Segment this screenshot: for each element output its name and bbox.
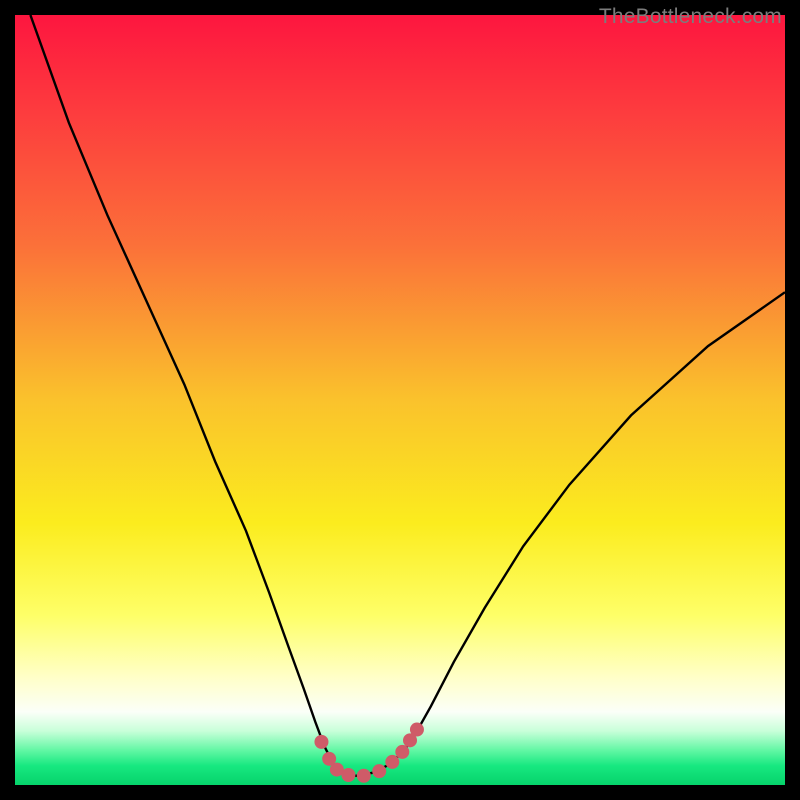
basin-marker	[357, 769, 371, 783]
watermark-text: TheBottleneck.com	[599, 5, 782, 29]
basin-marker	[410, 723, 424, 737]
basin-marker	[341, 768, 355, 782]
chart-stage: TheBottleneck.com	[0, 0, 800, 800]
basin-marker	[385, 755, 399, 769]
basin-marker	[372, 764, 386, 778]
basin-marker	[314, 735, 328, 749]
bottleneck-chart	[15, 15, 785, 785]
basin-marker	[395, 745, 409, 759]
gradient-panel	[15, 15, 785, 785]
